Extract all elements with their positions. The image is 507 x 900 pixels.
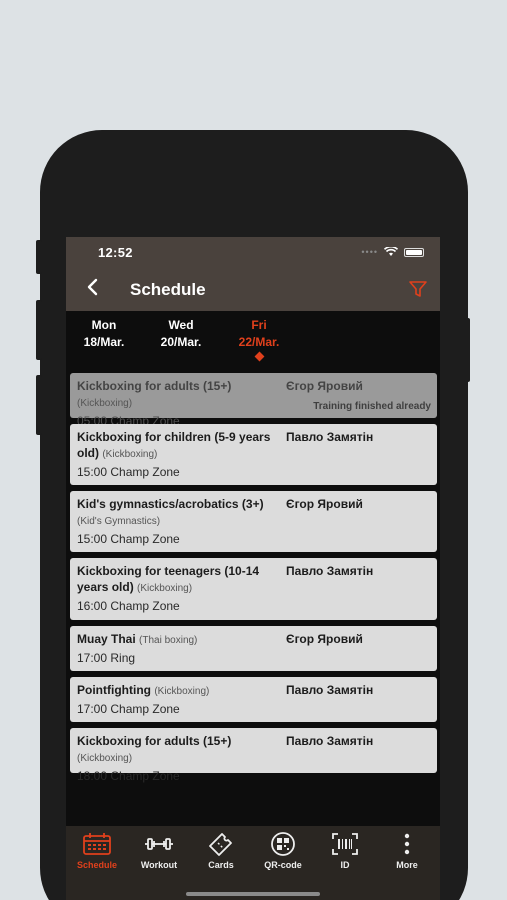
status-time: 12:52 <box>98 245 133 260</box>
day-mon[interactable]: Mon 18/Mar. <box>69 317 139 351</box>
class-name: Kickboxing for adults (15+) (Kickboxing) <box>77 734 232 764</box>
day-name: Wed <box>168 318 194 332</box>
tab-label: QR-code <box>264 860 302 870</box>
signal-icon: •••• <box>361 247 378 257</box>
class-time: 15:00 Champ Zone <box>77 532 180 546</box>
home-indicator <box>186 892 320 896</box>
phone-side-button <box>36 240 42 274</box>
class-card[interactable]: Pointfighting (Kickboxing) Павло Замятін… <box>70 677 437 722</box>
class-trainer: Єгор Яровий <box>286 497 363 511</box>
class-name: Pointfighting (Kickboxing) <box>77 683 210 697</box>
class-time: 17:00 Champ Zone <box>77 702 180 716</box>
class-trainer: Павло Замятін <box>286 430 374 444</box>
calendar-icon <box>83 833 111 855</box>
class-category: (Kid's Gymnastics) <box>77 516 161 527</box>
day-wed[interactable]: Wed 20/Mar. <box>146 317 216 351</box>
selected-day-indicator <box>254 351 264 362</box>
day-fri[interactable]: Fri 22/Mar. <box>224 317 294 362</box>
dumbbell-icon <box>145 838 173 850</box>
day-date: 18/Mar. <box>83 335 125 349</box>
wifi-icon <box>384 247 398 256</box>
barcode-scan-icon <box>332 833 358 855</box>
class-category: (Kickboxing) <box>77 398 133 409</box>
tab-label: More <box>396 860 418 870</box>
ticket-icon <box>209 833 232 856</box>
filter-icon[interactable] <box>408 279 428 299</box>
class-time: 15:00 Champ Zone <box>77 465 180 479</box>
phone-side-button <box>464 318 470 382</box>
class-trainer: Павло Замятін <box>286 564 374 578</box>
class-category: (Kickboxing) <box>154 686 210 697</box>
tab-label: Workout <box>140 860 178 870</box>
class-list: Kickboxing for adults (15+) (Kickboxing)… <box>70 373 437 783</box>
class-time: 17:00 Ring <box>77 651 136 665</box>
page-title: Schedule <box>130 280 206 299</box>
day-selector: Mon 18/Mar. Wed 20/Mar. Fri 22/Mar. <box>66 311 440 367</box>
class-card[interactable]: Kickboxing for adults (15+) (Kickboxing)… <box>70 728 437 783</box>
class-category: (Kickboxing) <box>137 583 193 594</box>
class-name: Kickboxing for adults (15+) (Kickboxing) <box>77 379 232 409</box>
phone-side-button <box>36 375 42 435</box>
bottom-tab-bar: Schedule Workout Cards QR-code ID More <box>66 826 440 900</box>
status-icons: •••• <box>361 247 424 257</box>
phone-side-button <box>36 300 42 360</box>
class-name: Kickboxing for teenagers (10-14 years ol… <box>77 564 260 594</box>
tab-more[interactable]: More <box>376 832 438 870</box>
class-trainer: Павло Замятін <box>286 734 374 748</box>
class-card[interactable]: Muay Thai (Thai boxing) Єгор Яровий 17:0… <box>70 626 437 671</box>
class-card[interactable]: Kickboxing for adults (15+) (Kickboxing)… <box>70 373 437 428</box>
class-card[interactable]: Kickboxing for teenagers (10-14 years ol… <box>70 558 437 620</box>
app-screen: 12:52 •••• Schedule Mon 18/Mar. Wed 20/M… <box>66 237 440 900</box>
tab-qr-code[interactable]: QR-code <box>252 832 314 870</box>
qr-code-icon <box>271 832 295 856</box>
day-name: Fri <box>251 318 267 332</box>
class-name: Muay Thai (Thai boxing) <box>77 632 198 646</box>
class-name: Kickboxing for children (5-9 years old) … <box>77 430 271 460</box>
tab-label: Schedule <box>76 860 117 870</box>
class-name: Kid's gymnastics/acrobatics (3+) (Kid's … <box>77 497 264 527</box>
tab-label: Cards <box>208 860 234 870</box>
class-trainer: Павло Замятін <box>286 683 374 697</box>
class-card[interactable]: Kickboxing for children (5-9 years old) … <box>70 424 437 485</box>
back-chevron-icon[interactable] <box>84 277 104 297</box>
tab-cards[interactable]: Cards <box>190 832 252 870</box>
class-trainer: Єгор Яровий <box>286 379 363 393</box>
day-name: Mon <box>91 318 117 332</box>
day-date: 22/Mar. <box>238 335 280 349</box>
class-category: (Kickboxing) <box>77 753 133 764</box>
tab-id[interactable]: ID <box>314 832 376 870</box>
class-time: 16:00 Champ Zone <box>77 599 180 613</box>
battery-icon <box>404 247 424 257</box>
status-label: Training finished already <box>313 401 431 412</box>
class-time: 18:00 Champ Zone <box>77 769 180 783</box>
class-category: (Thai boxing) <box>139 635 198 646</box>
app-header: 12:52 •••• Schedule <box>66 237 440 311</box>
tab-workout[interactable]: Workout <box>128 832 190 870</box>
day-date: 20/Mar. <box>160 335 202 349</box>
tab-label: ID <box>340 860 350 870</box>
class-card[interactable]: Kid's gymnastics/acrobatics (3+) (Kid's … <box>70 491 437 552</box>
class-trainer: Єгор Яровий <box>286 632 363 646</box>
more-vertical-icon <box>404 833 410 855</box>
class-category: (Kickboxing) <box>102 449 158 460</box>
tab-schedule[interactable]: Schedule <box>66 832 128 870</box>
